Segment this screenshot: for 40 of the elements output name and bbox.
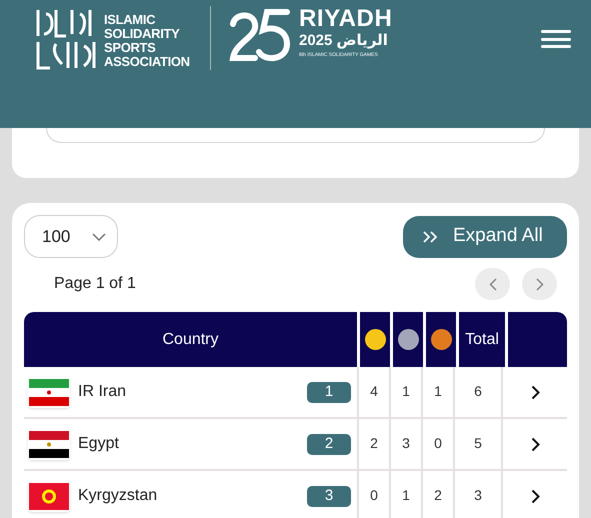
menu-button[interactable] [541, 28, 571, 50]
chevron-right-icon [536, 278, 544, 290]
chevron-right-icon[interactable] [530, 488, 540, 504]
country-name: IR Iran [78, 382, 128, 402]
chevron-left-icon [488, 278, 496, 290]
games-title: RIYADH [299, 6, 392, 32]
flag-icon [28, 376, 70, 408]
country-name: Egypt [78, 434, 120, 454]
medal-count: 2 [421, 471, 453, 518]
rank-badge: 1 [307, 382, 351, 402]
country-name: Kyrgyzstan [78, 486, 158, 506]
page-indicator: Page 1 of 1 [54, 274, 136, 294]
medal-count: 1 [421, 367, 453, 417]
medal-count: 4 [357, 367, 389, 417]
expand-all-button[interactable]: Expand All [403, 216, 567, 258]
medal-count: 3 [453, 471, 501, 518]
search-field[interactable] [46, 128, 545, 143]
double-chevron-icon [423, 230, 437, 242]
medal-count: 5 [453, 419, 501, 469]
medal-count: 2 [357, 419, 389, 469]
medal-count: 0 [357, 471, 389, 518]
rank-badge: 2 [307, 434, 351, 454]
column-header [508, 312, 567, 367]
medal-count: 1 [389, 367, 421, 417]
medal-count: 6 [453, 367, 501, 417]
rank-badge: 3 [307, 486, 351, 506]
flag-icon [28, 428, 70, 460]
games-arabic: الرياض [336, 32, 388, 49]
medal-count: 1 [389, 471, 421, 518]
medal-count: 3 [389, 419, 421, 469]
column-header: Country [24, 312, 357, 367]
page-size-select[interactable]: 100 [24, 215, 118, 258]
chevron-right-icon[interactable] [530, 384, 540, 400]
medal-count: 0 [421, 419, 453, 469]
chevron-right-icon[interactable] [530, 436, 540, 452]
games-year: 2025 [299, 32, 332, 49]
column-header: Total [459, 312, 505, 367]
organization-name: ISLAMIC SOLIDARITY SPORTS ASSOCIATION [104, 13, 191, 69]
chevron-down-icon [92, 232, 106, 240]
flag-icon [28, 480, 70, 512]
